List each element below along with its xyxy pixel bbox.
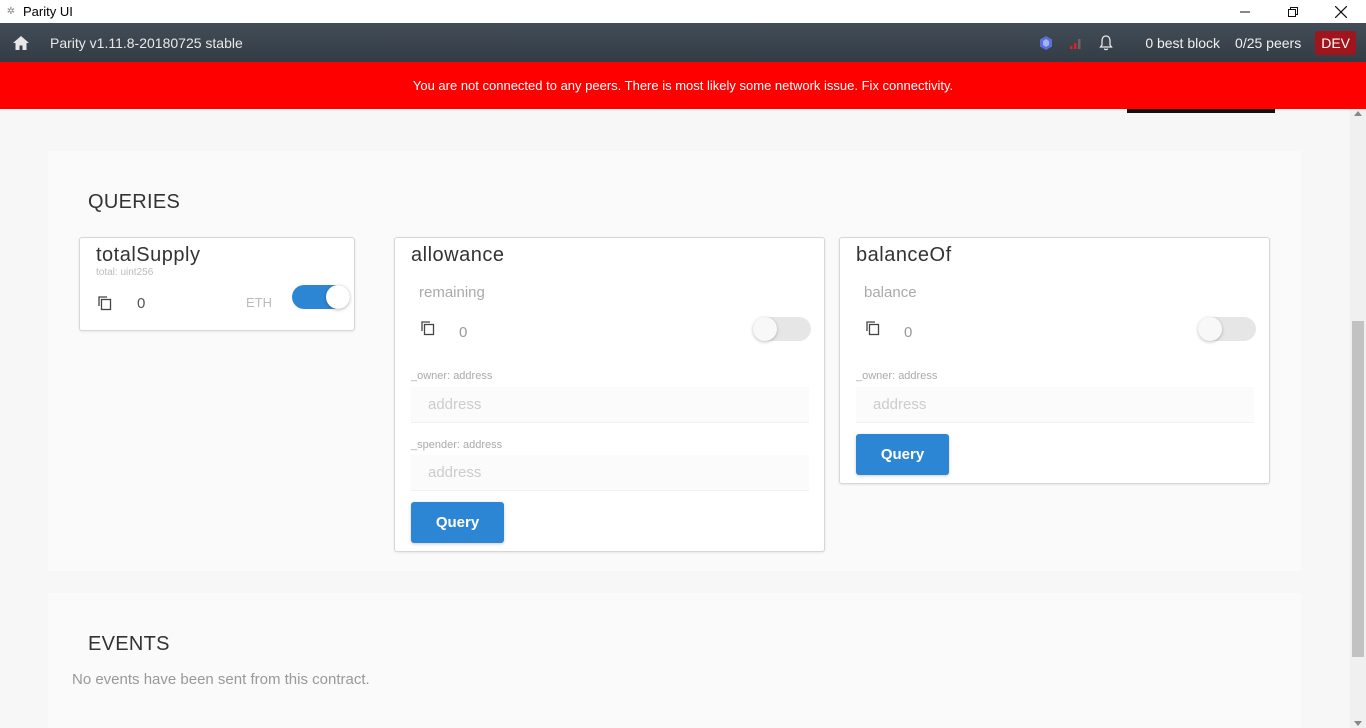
query-card-balance-of: balanceOf balance 0 _owner: address Quer… [839, 237, 1270, 484]
scroll-down-icon[interactable] [1354, 721, 1362, 726]
app-header: Parity v1.11.8-20180725 stable 0 best bl… [0, 23, 1366, 62]
queries-section: QUERIES totalSupply total: uint256 0 ETH… [48, 151, 1301, 571]
spender-field-label: _spender: address [411, 439, 503, 451]
query-value: 0 [904, 324, 913, 341]
output-label: remaining [419, 284, 485, 301]
query-card-total-supply: totalSupply total: uint256 0 ETH [79, 237, 355, 331]
owner-field-label: _owner: address [411, 370, 493, 382]
minimize-icon[interactable] [1222, 0, 1268, 23]
queries-title: QUERIES [88, 191, 181, 213]
copy-icon[interactable] [96, 294, 114, 312]
signal-strength-icon[interactable] [1067, 34, 1085, 52]
query-name: allowance [411, 244, 505, 266]
events-title: EVENTS [88, 633, 170, 655]
peers-status: 0/25 peers [1235, 34, 1302, 51]
owner-address-input[interactable] [856, 387, 1254, 423]
bell-icon[interactable] [1097, 34, 1115, 52]
contract-page: QUERIES totalSupply total: uint256 0 ETH… [0, 109, 1350, 728]
owner-address-input[interactable] [411, 387, 809, 423]
parity-app-icon: ✲ [6, 5, 16, 17]
query-name: balanceOf [856, 244, 952, 266]
owner-field-label: _owner: address [856, 370, 938, 382]
close-icon[interactable] [1318, 0, 1364, 23]
signer-icon[interactable] [1037, 34, 1055, 52]
query-button[interactable]: Query [856, 434, 949, 475]
home-icon[interactable] [12, 35, 30, 51]
query-name: totalSupply [96, 244, 201, 266]
query-button[interactable]: Query [411, 502, 504, 543]
output-label: balance [864, 284, 917, 301]
parity-version: Parity v1.11.8-20180725 stable [50, 34, 243, 51]
eth-unit-toggle[interactable] [292, 285, 350, 309]
query-card-allowance: allowance remaining 0 _owner: address _s… [394, 237, 825, 552]
events-section: EVENTS No events have been sent from thi… [48, 593, 1301, 728]
connectivity-alert[interactable]: You are not connected to any peers. Ther… [0, 62, 1366, 109]
best-block-status: 0 best block [1145, 34, 1221, 51]
restore-icon[interactable] [1270, 0, 1316, 23]
spender-address-input[interactable] [411, 455, 809, 491]
output-type-label: total: uint256 [96, 267, 154, 278]
eth-unit-toggle[interactable] [753, 317, 811, 341]
query-value: 0 [459, 324, 468, 341]
copy-icon[interactable] [864, 319, 882, 337]
page-scrollbar[interactable] [1350, 109, 1366, 728]
copy-icon[interactable] [419, 319, 437, 337]
identicon-peek [1127, 109, 1275, 113]
chain-badge: DEV [1315, 30, 1356, 55]
unit-label: ETH [246, 295, 272, 310]
scroll-up-icon[interactable] [1354, 111, 1362, 116]
window-title: Parity UI [23, 4, 73, 19]
scrollbar-thumb[interactable] [1352, 321, 1364, 657]
window-titlebar: ✲ Parity UI [0, 0, 1366, 23]
eth-unit-toggle[interactable] [1198, 317, 1256, 341]
events-empty-message: No events have been sent from this contr… [72, 671, 370, 688]
query-value: 0 [137, 295, 146, 312]
